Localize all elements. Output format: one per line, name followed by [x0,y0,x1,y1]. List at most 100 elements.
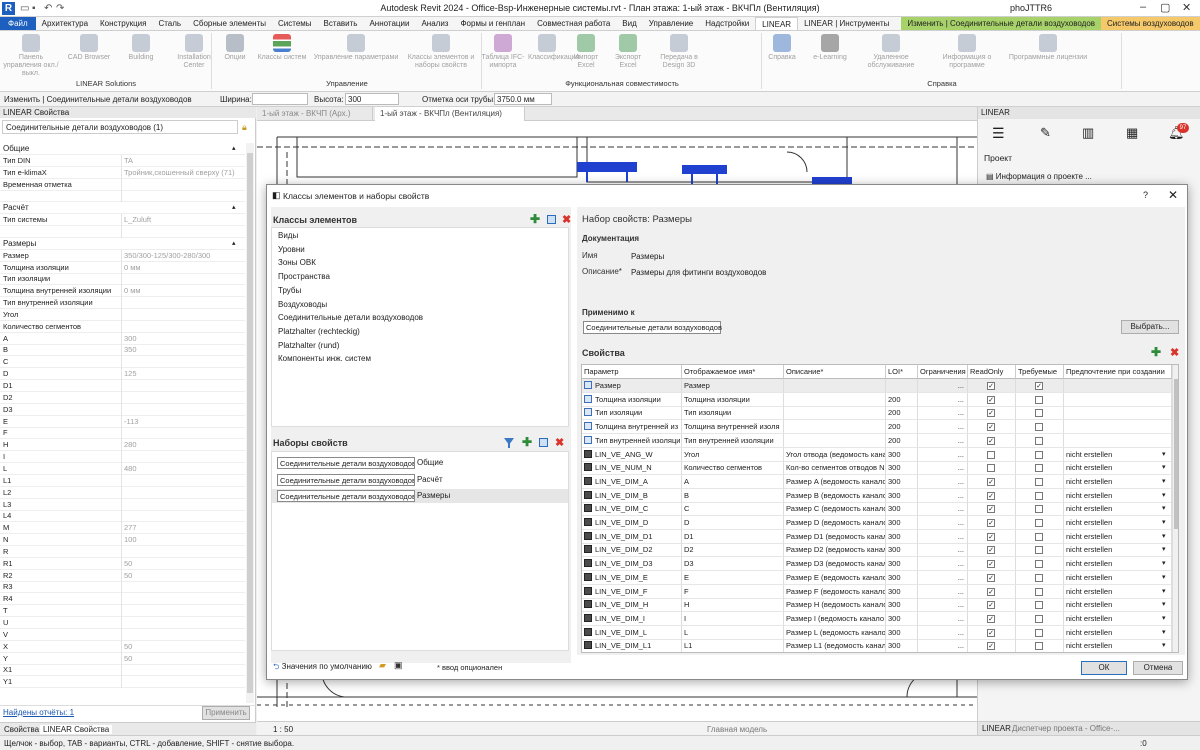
loi-cell[interactable]: 300 [886,584,918,599]
columns-icon[interactable]: ▥ [1082,125,1094,141]
table-row[interactable]: LIN_VE_DIM_H H Размер H (ведомость канало 3… [582,598,1172,613]
dialog-close-icon[interactable]: ✕ [1168,188,1178,202]
property-set-row[interactable]: Соединительные детали воздуховодов Расчёт [272,473,568,487]
property-value[interactable]: 50 [124,570,132,582]
constraints-cell[interactable]: ... [918,406,968,421]
constraints-cell[interactable]: ... [918,447,968,462]
property-section[interactable]: Расчёт ▴ [0,202,245,215]
display-name-cell[interactable]: Тип изоляции [682,406,784,421]
ribbon-button-14[interactable]: e-Learning [808,34,852,62]
copy-class-icon[interactable] [547,215,556,224]
column-header[interactable]: Требуемые [1016,365,1064,379]
table-row[interactable]: LIN_VE_NUM_N Количество сегментов Кол-во с… [582,461,1172,476]
ribbon-tab-17[interactable]: Системы воздуховодов [1101,17,1200,30]
description-cell[interactable]: Размер L (ведомость канало [784,625,886,640]
table-row[interactable]: LIN_VE_DIM_E E Размер E (ведомость канало 3… [582,570,1172,585]
display-name-cell[interactable]: C [682,502,784,517]
display-name-cell[interactable]: Тип внутренней изоляции [682,433,784,448]
ribbon-button-0[interactable]: Панель управления окл./выкл. [2,34,60,78]
pipe-axis-field[interactable]: 3750.0 мм [494,93,552,105]
checkbox[interactable] [1035,450,1043,459]
creation-pref-cell[interactable]: nicht erstellen ▾ [1064,461,1172,476]
checkbox[interactable]: ✓ [1035,382,1043,390]
ribbon-tab-13[interactable]: Надстройки [699,17,755,30]
delete-class-icon[interactable]: ✖ [562,215,571,226]
checkbox[interactable] [1035,532,1043,541]
creation-pref-cell[interactable]: nicht erstellen ▾ [1064,502,1172,517]
creation-pref-cell[interactable] [1064,406,1172,421]
chevron-down-icon[interactable]: ▾ [1162,598,1166,611]
chevron-down-icon[interactable]: ▾ [1162,448,1166,461]
ribbon-button-9[interactable]: Классификация [528,34,579,62]
checkbox[interactable] [1035,505,1043,514]
creation-pref-cell[interactable] [1064,379,1172,393]
creation-pref-cell[interactable]: nicht erstellen ▾ [1064,598,1172,613]
table-row[interactable]: LIN_VE_DIM_F F Размер F (ведомость канало 3… [582,584,1172,599]
calculator-icon[interactable]: ▦ [1126,125,1138,141]
property-row[interactable]: Тип DIN TA [0,154,245,167]
checkbox[interactable] [1035,642,1043,651]
constraints-cell[interactable]: ... [918,433,968,448]
ribbon-button-7[interactable]: Классы элементов и наборы свойств [406,34,476,70]
checkbox[interactable] [1035,614,1043,623]
ribbon-tab-16[interactable]: Изменить | Соединительные детали воздухо… [901,17,1102,30]
param-cell[interactable]: LIN_VE_NUM_N [582,461,682,476]
more-icon[interactable]: ... [958,543,964,556]
property-row[interactable] [0,225,245,238]
param-cell[interactable]: Толщина внутренней из [582,420,682,435]
param-cell[interactable]: Тип внутренней изоляци [582,433,682,448]
chevron-down-icon[interactable]: ▾ [1162,461,1166,474]
property-row[interactable]: Размер 350/300-125/300-280/300 [0,249,245,262]
display-name-cell[interactable]: F [682,584,784,599]
property-row[interactable]: Тип внутренней изоляции [0,297,245,310]
property-row[interactable]: Тип изоляции [0,273,245,286]
ribbon-button-12[interactable]: Передача в Design 3D [650,34,708,70]
maximize-icon[interactable]: ▢ [1160,1,1170,14]
property-row[interactable] [0,190,245,203]
param-cell[interactable]: LIN_VE_DIM_L [582,625,682,640]
property-row[interactable]: X 50 [0,640,245,653]
checkbox[interactable]: ✓ [987,477,995,486]
property-row[interactable]: C [0,356,245,369]
loi-cell[interactable]: 300 [886,570,918,585]
loi-cell[interactable]: 300 [886,639,918,652]
display-name-cell[interactable]: I [682,611,784,626]
table-scrollbar[interactable] [1172,365,1178,652]
ribbon-tab-9[interactable]: Формы и генплан [454,17,531,30]
ok-button[interactable]: ОК [1081,661,1127,675]
property-row[interactable]: L4 [0,510,245,523]
minimize-icon[interactable]: – [1140,1,1146,13]
loi-cell[interactable]: 300 [886,447,918,462]
param-cell[interactable]: Тип изоляции [582,406,682,421]
param-cell[interactable]: Размер [582,379,682,393]
param-cell[interactable]: LIN_VE_DIM_B [582,488,682,503]
property-row[interactable]: Тип системы L_Zuluft [0,214,245,227]
class-item[interactable]: Компоненты инж. систем [278,354,371,363]
name-field[interactable]: Размеры [631,252,664,261]
description-cell[interactable]: Размер F (ведомость канало [784,584,886,599]
description-cell[interactable] [784,392,886,407]
checkbox[interactable]: ✓ [987,436,995,445]
column-header[interactable]: Отображаемое имя* [682,365,784,379]
ribbon-tab-1[interactable]: Архитектура [36,17,94,30]
constraints-cell[interactable]: ... [918,516,968,530]
display-name-cell[interactable]: E [682,570,784,585]
creation-pref-cell[interactable]: nicht erstellen ▾ [1064,488,1172,503]
add-set-icon[interactable]: ✚ [522,436,532,448]
ribbon-button-5[interactable]: Классы систем [256,34,308,62]
display-name-cell[interactable]: D1 [682,529,784,544]
ribbon-tab-12[interactable]: Управление [643,17,699,30]
property-row[interactable]: T [0,605,245,618]
classes-list[interactable]: Виды Уровни Зоны ОВК Пространства Трубы Возду… [271,227,569,427]
table-row[interactable]: Тип изоляции Тип изоляции 200... ✓ [582,406,1172,421]
chevron-down-icon[interactable]: ▾ [1162,585,1166,598]
column-header[interactable]: Параметр [582,365,682,379]
collapse-icon[interactable]: ▴ [232,202,236,214]
ribbon-tab-11[interactable]: Вид [616,17,642,30]
property-row[interactable]: Толщина изоляции 0 мм [0,261,245,274]
chevron-down-icon[interactable]: ▾ [1162,502,1166,515]
table-row[interactable]: Размер Размер... ✓ ✓ [582,379,1172,393]
chevron-down-icon[interactable]: ▾ [1162,475,1166,488]
description-cell[interactable]: Размер B (ведомость канало [784,488,886,503]
checkbox[interactable] [1035,395,1043,404]
